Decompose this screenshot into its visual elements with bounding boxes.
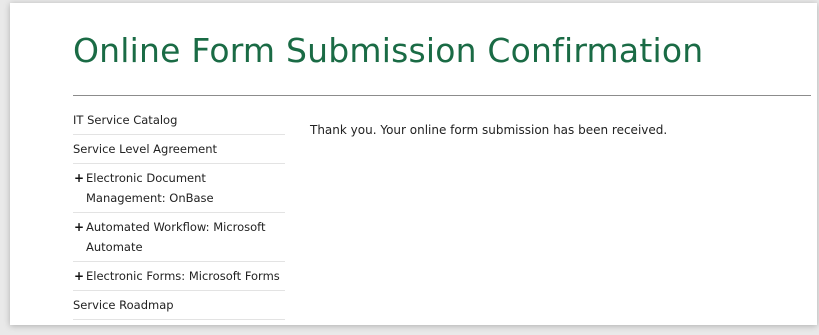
- title-divider: [73, 95, 811, 96]
- sidebar-item-it-service-catalog[interactable]: IT Service Catalog: [73, 106, 285, 135]
- sidebar-item-service-roadmap[interactable]: Service Roadmap: [73, 291, 285, 320]
- sidebar-nav: IT Service Catalog Service Level Agreeme…: [73, 106, 285, 320]
- sidebar-item-label: Service Roadmap: [73, 298, 174, 312]
- sidebar-item-label: Electronic Document Management: OnBase: [86, 171, 214, 205]
- sidebar-item-service-level-agreement[interactable]: Service Level Agreement: [73, 135, 285, 164]
- sidebar-item-label: Electronic Forms: Microsoft Forms: [86, 269, 280, 283]
- sidebar-item-electronic-forms[interactable]: + Electronic Forms: Microsoft Forms: [73, 262, 285, 291]
- sidebar-item-label: Service Level Agreement: [73, 142, 218, 156]
- plus-icon[interactable]: +: [74, 217, 84, 237]
- page-title: Online Form Submission Confirmation: [73, 31, 704, 70]
- sidebar-item-electronic-document-management[interactable]: + Electronic Document Management: OnBase: [73, 164, 285, 213]
- sidebar-item-automated-workflow[interactable]: + Automated Workflow: Microsoft Automate: [73, 213, 285, 262]
- page-container: Online Form Submission Confirmation IT S…: [10, 3, 817, 325]
- confirmation-message: Thank you. Your online form submission h…: [310, 123, 668, 137]
- sidebar-item-label: IT Service Catalog: [73, 113, 178, 127]
- plus-icon[interactable]: +: [74, 168, 84, 188]
- sidebar-item-label: Automated Workflow: Microsoft Automate: [86, 220, 266, 254]
- plus-icon[interactable]: +: [74, 266, 84, 286]
